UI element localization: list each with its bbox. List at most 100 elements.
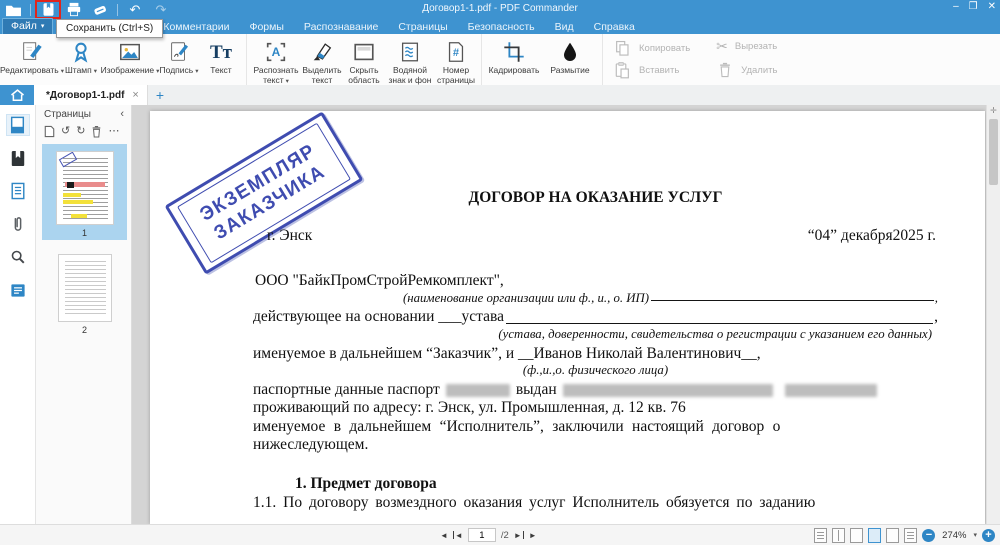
image-button[interactable]: Изображение▾ [102,37,158,76]
save-button[interactable] [36,1,60,18]
zoom-out-button[interactable]: − [922,529,935,542]
delete-button[interactable]: Удалить [716,61,777,79]
signature-button[interactable]: Подпись▾ [158,37,200,76]
scrollbar-thumb[interactable] [989,119,998,185]
thumbnail-text-lines [63,158,108,219]
open-file-button[interactable] [1,1,25,18]
paperclip-icon [11,215,25,233]
page-thumbnail-1[interactable]: 1 [42,144,127,240]
previous-page-icon[interactable]: ◄ [440,531,448,540]
new-tab-button[interactable]: + [148,85,172,105]
page-number-label: 2 [42,325,127,335]
view-fit-width-icon[interactable] [886,528,899,543]
close-button[interactable]: ✕ [988,1,996,12]
tab-security[interactable]: Безопасность [458,20,545,34]
org-name-line: ООО "БайкПромСтройРемкомплект", [255,272,938,291]
pdf-page[interactable]: ЭКЗЕМПЛЯР ЗАКАЗЧИКА ДОГОВОР НА ОКАЗАНИЕ … [150,111,985,524]
redo-icon: ↷ [156,3,167,16]
file-menu-button[interactable]: Файл ▾ [2,18,53,35]
passport-line: паспортные данные паспорт выдан [253,381,938,400]
home-button[interactable] [0,85,34,105]
plus-icon: + [156,87,164,103]
page-thumbnail-2[interactable]: 2 [42,254,127,335]
edit-button[interactable]: Редактировать▾ [4,37,60,76]
view-continuous-icon[interactable] [814,528,827,543]
page-number-button[interactable]: # Номер страницы [435,37,477,86]
document-tab[interactable]: *Договор1-1.pdf × [34,85,148,105]
tab-comments[interactable]: Комментарии [153,20,239,34]
copy-button[interactable]: Копировать [613,39,690,58]
minimize-button[interactable]: – [953,1,959,12]
folder-open-icon [5,3,22,17]
vertical-scrollbar[interactable]: ✛ [986,105,1000,524]
executor-line-2: нижеследующем. [253,436,938,455]
rail-annotations-button[interactable] [7,280,29,300]
tab-forms[interactable]: Формы [239,20,293,34]
tab-pages[interactable]: Страницы [388,20,457,34]
rail-pages-button[interactable] [7,115,29,135]
scroll-widget-icon[interactable]: ✛ [989,106,998,115]
cut-button[interactable]: ✂ Вырезать [716,39,777,53]
customer-line: именуемое в дальнейшем “Заказчик”, и __И… [253,345,938,364]
contract-date: “04” декабря2025 г. [808,227,936,246]
zoom-caret-icon[interactable]: ▾ [973,531,977,539]
toolbar-separator [117,4,118,16]
rail-bookmarks-button[interactable] [7,148,29,168]
image-icon [118,40,142,64]
trash-icon [716,61,734,79]
text-button[interactable]: Tт Текст [200,37,242,76]
page-number-input[interactable] [468,528,496,542]
last-page-icon[interactable]: ► [514,531,524,540]
pages-panel-icon [9,116,26,134]
print-button[interactable] [62,1,86,18]
tab-view[interactable]: Вид [545,20,584,34]
executor-line: именуемое в дальнейшем “Исполнитель”, за… [253,418,938,437]
restore-button[interactable]: ❐ [969,1,978,12]
highlight-text-button[interactable]: Выделить текст [301,37,343,86]
recognize-text-button[interactable]: A Распознать текст▾ [251,37,301,86]
rotate-right-icon[interactable]: ↻ [76,126,85,137]
scan-button[interactable] [88,1,112,18]
pages-panel-title: Страницы [44,109,91,120]
rotate-left-icon[interactable]: ↺ [61,126,70,137]
rail-attachments-button[interactable] [7,214,29,234]
redo-button[interactable]: ↷ [149,1,173,18]
new-page-icon[interactable] [44,125,55,138]
pages-panel-toolbar: ↺ ↻ ⋯ [36,122,131,142]
more-options-icon[interactable]: ⋯ [108,126,119,137]
delete-page-icon[interactable] [91,125,102,138]
rail-export-button[interactable] [7,181,29,201]
collapse-panel-icon[interactable]: ‹ [120,109,124,120]
crop-button[interactable]: Кадрировать [486,37,542,76]
view-reading-icon[interactable] [904,528,917,543]
section-heading: 1. Предмет договора [295,475,938,494]
toolbar-separator [30,4,31,16]
view-fit-page-icon[interactable] [868,528,881,543]
next-page-icon[interactable]: ► [529,531,537,540]
scissors-icon: ✂ [716,39,728,53]
first-page-icon[interactable]: ◄ [453,531,463,540]
hide-area-button[interactable]: Скрыть область [343,37,385,86]
main-area: Страницы ‹ ↺ ↻ ⋯ 1 [0,105,1000,524]
ribbon-toolbar: Редактировать▾ Штамп▾ Изображение▾ Подпи… [0,34,1000,86]
view-single-icon[interactable] [850,528,863,543]
basis-caption: (устава, доверенности, свидетельства о р… [253,328,932,341]
undo-icon: ↶ [130,3,141,16]
stamp-icon [69,40,93,64]
zoom-level: 274% [940,530,966,541]
paste-button[interactable]: Вставить [613,61,690,80]
thumbnail-text-lines [65,261,106,316]
view-two-page-icon[interactable] [832,528,845,543]
tab-recognition[interactable]: Распознавание [294,20,388,34]
redacted-passport-issuer [785,384,877,397]
rail-search-button[interactable] [7,247,29,267]
zoom-in-button[interactable]: + [982,529,995,542]
undo-button[interactable]: ↶ [123,1,147,18]
tab-close-icon[interactable]: × [132,89,138,101]
document-lines-icon [10,182,26,200]
home-icon [10,88,25,102]
stamp-button[interactable]: Штамп▾ [60,37,102,76]
watermark-button[interactable]: Водяной знак и фон [385,37,435,86]
blur-button[interactable]: Размытие [542,37,598,76]
tab-help[interactable]: Справка [584,20,645,34]
